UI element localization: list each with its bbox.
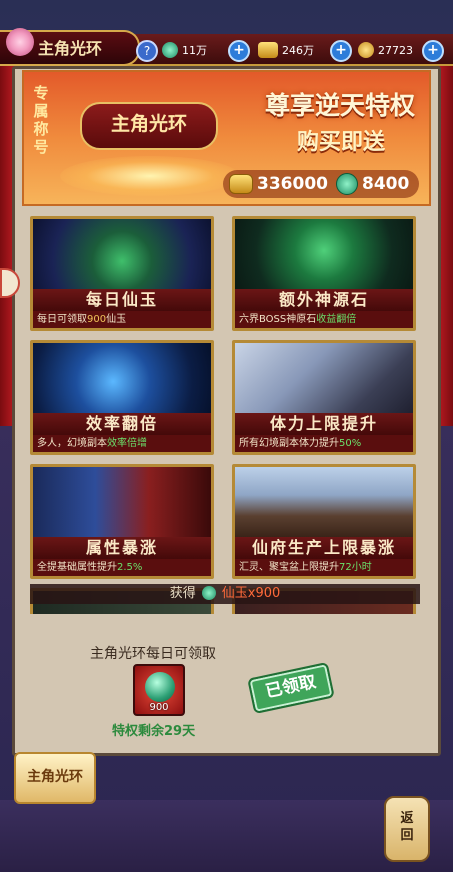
card-extra-source-stone: 额外神源石 六界BOSS神原石收益翻倍 [232, 216, 416, 331]
reward-gold-amount: 336000 [257, 174, 328, 194]
card-attribute-boost: 属性暴涨 全提基础属性提升2.5% [30, 464, 214, 579]
card-desc: 全提基础属性提升2.5% [33, 559, 211, 576]
card-efficiency-double: 效率翻倍 多人，幻境副本效率倍增 [30, 340, 214, 455]
jade-icon [145, 672, 175, 702]
help-button[interactable]: ? [136, 40, 158, 62]
card-desc: 多人，幻境副本效率倍增 [33, 435, 211, 452]
jade-icon [335, 173, 358, 195]
palace-art [235, 467, 413, 537]
card-desc: 每日可领取900仙玉 [33, 311, 211, 328]
card-stamina-cap: 体力上限提升 所有幻境副本体力提升50% [232, 340, 416, 455]
card-mansion-production: 仙府生产上限暴涨 汇灵、聚宝盆上限提升72小时 [232, 464, 416, 579]
jade-icon [201, 585, 216, 600]
tab-protagonist-aura[interactable]: 主角光环 [14, 752, 96, 804]
card-title: 效率翻倍 [33, 413, 211, 435]
exclusive-title-label: 专属称号 [33, 84, 49, 156]
purchase-reward: 336000 8400 [223, 170, 419, 198]
privilege-grid[interactable]: 每日仙玉 每日可领取900仙玉 额外神源石 六界BOSS神原石收益翻倍 效率翻倍… [30, 216, 420, 614]
add-jade-button[interactable]: + [228, 40, 250, 62]
warrior-art [235, 343, 413, 413]
green-crystal-art [235, 219, 413, 289]
card-title: 仙府生产上限暴涨 [235, 537, 413, 559]
card-desc: 汇灵、聚宝盆上限提升72小时 [235, 559, 413, 576]
jade-resource: 11万 [162, 41, 207, 59]
back-label: 返回 [400, 811, 414, 843]
gold-ingot-icon [258, 42, 278, 58]
card-title: 体力上限提升 [235, 413, 413, 435]
privilege-banner: 专属称号 主角光环 尊享逆天特权 购买即送 336000 8400 [22, 70, 431, 206]
gold-amount: 246万 [282, 44, 314, 57]
add-coin-button[interactable]: + [422, 40, 444, 62]
daily-reward-label: 主角光环每日可领取 [90, 646, 216, 662]
blue-storm-art [33, 343, 211, 413]
title-emblem: 主角光环 [80, 102, 218, 150]
banner-subslogan: 购买即送 [296, 130, 385, 155]
plum-blossom-icon [6, 28, 34, 56]
card-title: 属性暴涨 [33, 537, 211, 559]
obtain-item: 仙玉x900 [221, 586, 281, 601]
card-daily-jade: 每日仙玉 每日可领取900仙玉 [30, 216, 214, 331]
jade-amount: 11万 [182, 44, 207, 57]
obtain-label: 获得 [169, 586, 196, 601]
coin-resource: 27723 [358, 41, 413, 59]
reward-quantity: 900 [149, 702, 169, 713]
card-desc: 所有幻境副本体力提升50% [235, 435, 413, 452]
banner-slogan: 尊享逆天特权 [264, 91, 415, 120]
battle-art [33, 467, 211, 537]
obtain-bar: 获得 仙玉x900 [30, 584, 420, 604]
emblem-glow [60, 156, 240, 196]
card-title: 额外神源石 [235, 289, 413, 311]
card-desc: 六界BOSS神原石收益翻倍 [235, 311, 413, 328]
coin-icon [358, 42, 374, 58]
privilege-remaining: 特权剩余29天 [112, 724, 196, 739]
back-button[interactable]: 返回 [384, 796, 430, 862]
jade-icon [162, 42, 178, 58]
daily-reward-item[interactable]: 900 [133, 664, 185, 716]
coin-amount: 27723 [378, 43, 413, 57]
card-title: 每日仙玉 [33, 289, 211, 311]
treasure-chest-art [33, 219, 211, 289]
add-gold-button[interactable]: + [330, 40, 352, 62]
gold-resource: 246万 [258, 41, 314, 59]
gold-ingot-icon [229, 174, 253, 194]
reward-jade-amount: 8400 [361, 174, 410, 194]
